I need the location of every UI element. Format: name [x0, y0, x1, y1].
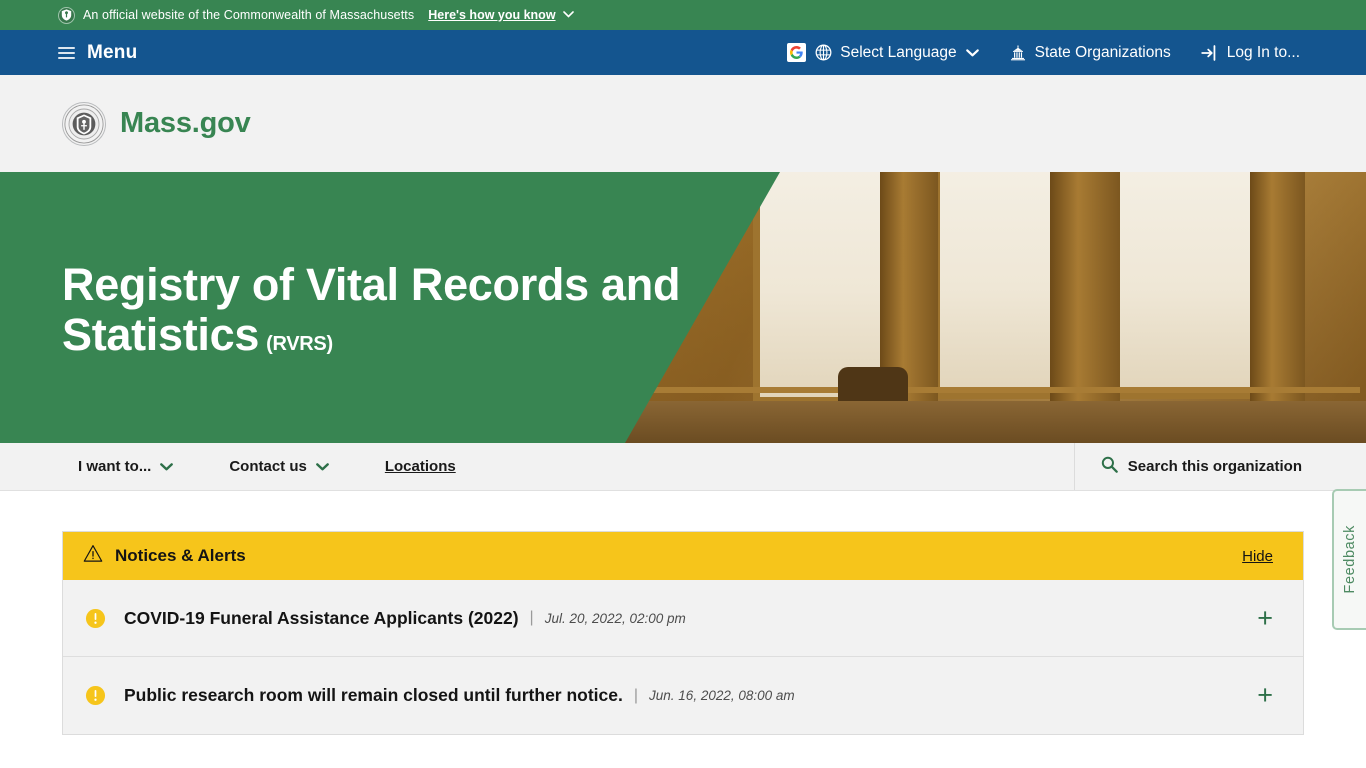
menu-button[interactable]: Menu	[0, 30, 137, 75]
alert-title: COVID-19 Funeral Assistance Applicants (…	[124, 607, 519, 628]
heres-how-you-know-label: Here's how you know	[428, 8, 556, 22]
mass-gov-home-link[interactable]: Mass.gov	[0, 101, 251, 146]
chevron-down-icon	[315, 460, 329, 474]
alert-title: Public research room will remain closed …	[124, 685, 623, 705]
page-title: Registry of Vital Records and Statistics…	[62, 260, 682, 369]
brand-header: Mass.gov SEARCH	[0, 75, 1366, 225]
log-in-to-button[interactable]: Log In to...	[1201, 44, 1300, 62]
hide-alerts-link[interactable]: Hide	[1242, 548, 1273, 565]
page-title-text: Registry of Vital Records and Statistics	[62, 259, 681, 360]
utility-navigation: Menu Select Language State Organizations…	[0, 30, 1366, 75]
feedback-label: Feedback	[1342, 525, 1358, 594]
search-this-organization-button[interactable]: Search this organization	[1073, 443, 1366, 490]
notices-and-alerts-header: Notices & Alerts Hide	[63, 532, 1303, 580]
menu-button-label: Menu	[87, 41, 138, 63]
alert-exclamation-icon	[85, 608, 106, 629]
capitol-icon	[1009, 44, 1027, 61]
alert-row[interactable]: COVID-19 Funeral Assistance Applicants (…	[63, 580, 1303, 657]
utility-nav-items: Select Language State Organizations Log …	[787, 30, 1366, 75]
brand-name: Mass.gov	[120, 107, 251, 139]
page-title-abbreviation: (RVRS)	[266, 333, 333, 355]
search-this-organization-label: Search this organization	[1127, 458, 1302, 475]
state-organizations-button[interactable]: State Organizations	[1009, 44, 1171, 62]
alert-date: Jun. 16, 2022, 08:00 am	[649, 688, 795, 703]
mass-seal-icon	[62, 101, 106, 146]
contact-us-label: Contact us	[229, 458, 307, 475]
hero-banner: Registry of Vital Records and Statistics…	[0, 172, 1366, 443]
expand-alert-icon[interactable]: +	[1257, 682, 1273, 709]
hero-content: Registry of Vital Records and Statistics…	[0, 172, 1366, 369]
login-arrow-icon	[1201, 44, 1219, 61]
expand-alert-icon[interactable]: +	[1257, 604, 1273, 632]
alert-separator: |	[529, 609, 534, 626]
i-want-to-dropdown[interactable]: I want to...	[78, 458, 174, 475]
hamburger-icon	[58, 46, 75, 59]
chevron-down-icon	[965, 46, 979, 60]
i-want-to-label: I want to...	[78, 458, 152, 475]
alert-date: Jul. 20, 2022, 02:00 pm	[544, 610, 686, 626]
official-website-banner: An official website of the Commonwealth …	[0, 0, 1366, 30]
alert-exclamation-icon	[85, 685, 106, 706]
alert-row[interactable]: Public research room will remain closed …	[63, 657, 1303, 734]
notices-and-alerts-title: Notices & Alerts	[115, 546, 246, 565]
select-language-label: Select Language	[840, 43, 957, 61]
main-content: Notices & Alerts Hide COVID-19 Funeral A…	[0, 491, 1366, 735]
notices-and-alerts: Notices & Alerts Hide COVID-19 Funeral A…	[62, 531, 1304, 735]
state-organizations-label: State Organizations	[1034, 43, 1171, 61]
google-g-icon	[787, 43, 807, 62]
contact-us-dropdown[interactable]: Contact us	[229, 458, 329, 475]
organization-nav-items: I want to... Contact us Locations	[0, 458, 456, 475]
heres-how-you-know-toggle[interactable]: Here's how you know	[428, 8, 574, 22]
alert-separator: |	[633, 686, 639, 704]
log-in-to-label: Log In to...	[1226, 43, 1300, 61]
search-icon	[1101, 456, 1118, 477]
warning-triangle-icon	[83, 544, 103, 568]
shield-icon	[58, 6, 75, 24]
select-language-button[interactable]: Select Language	[787, 43, 979, 62]
locations-link[interactable]: Locations	[385, 458, 456, 475]
feedback-tab[interactable]: Feedback	[1332, 489, 1366, 630]
globe-icon	[815, 44, 832, 61]
chevron-down-icon	[562, 9, 574, 21]
official-banner-text: An official website of the Commonwealth …	[83, 8, 415, 22]
organization-navigation: I want to... Contact us Locations Search…	[0, 443, 1366, 491]
chevron-down-icon	[160, 460, 174, 474]
